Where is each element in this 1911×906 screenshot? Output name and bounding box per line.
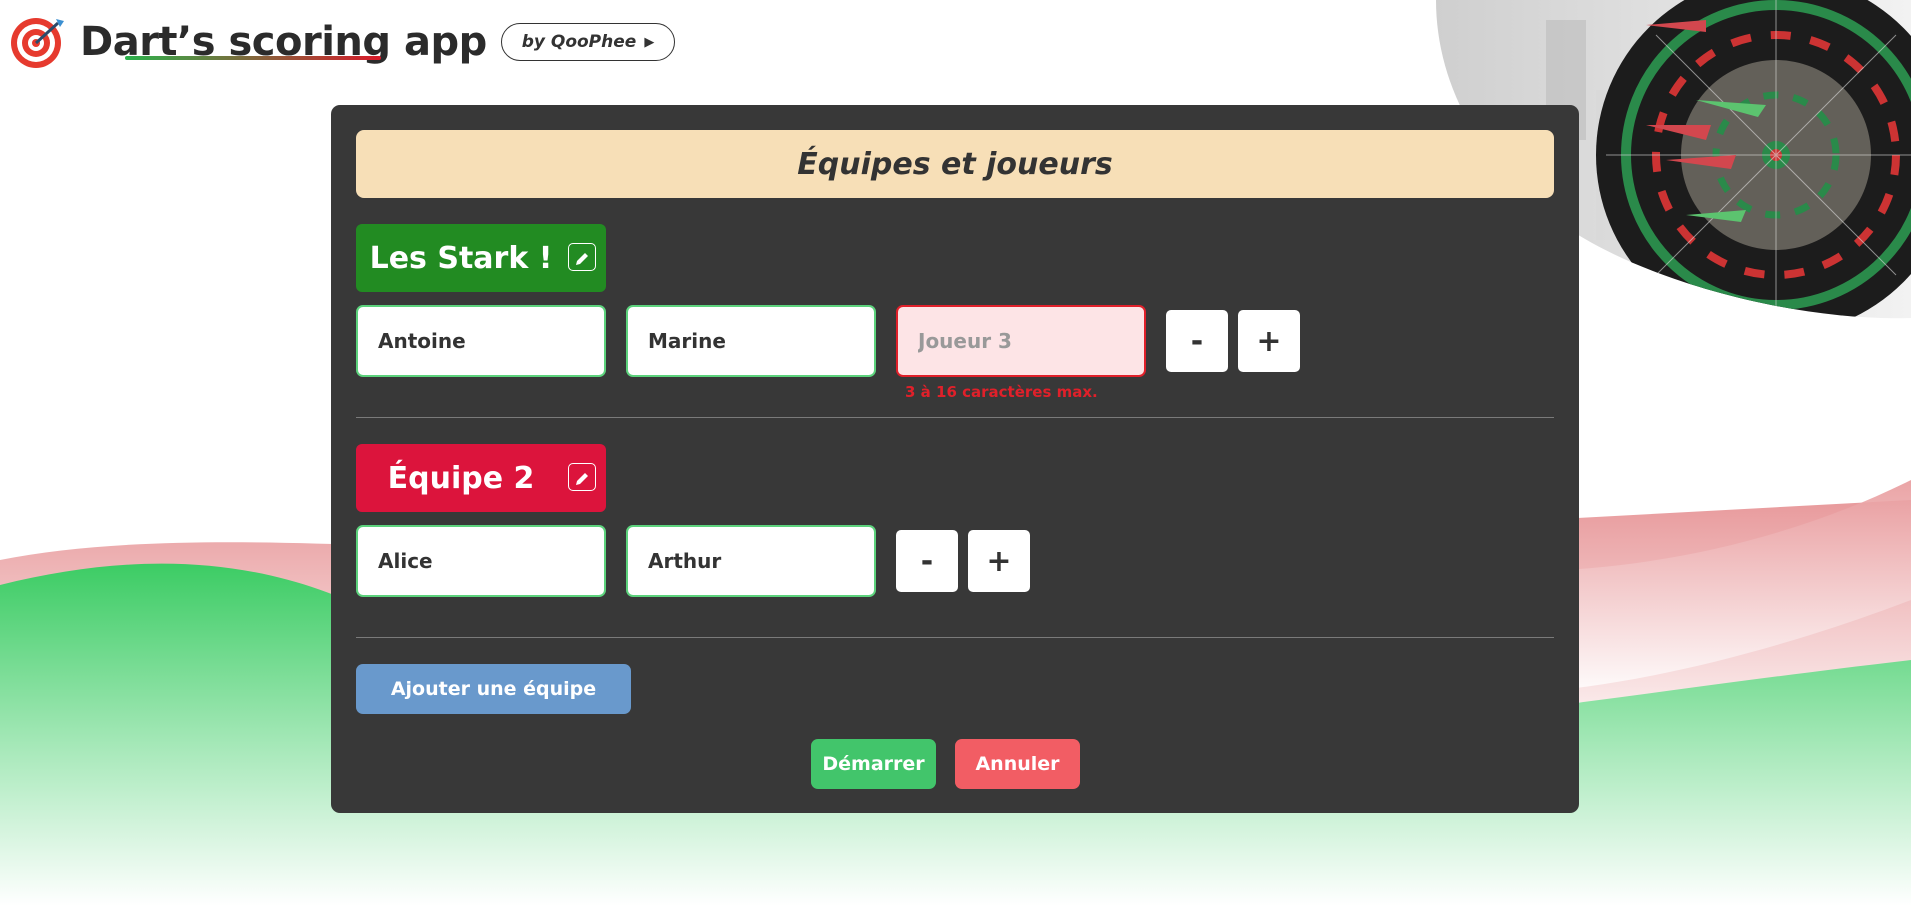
byline-label: by QooPhee: [521, 32, 637, 52]
team-divider-2: [356, 637, 1554, 638]
cancel-button[interactable]: Annuler: [955, 739, 1080, 789]
player-input-2-1[interactable]: [356, 525, 606, 597]
player-error-message: 3 à 16 caractères max.: [905, 383, 1098, 401]
team-badge-1: Les Stark !: [356, 224, 606, 292]
panel-title: Équipes et joueurs: [356, 130, 1554, 198]
remove-player-team-2-button[interactable]: -: [896, 530, 958, 592]
start-button[interactable]: Démarrer: [811, 739, 936, 789]
team-divider-1: [356, 417, 1554, 418]
play-arrow-icon: ▶: [644, 34, 655, 50]
pencil-icon: [574, 240, 590, 275]
add-team-button[interactable]: Ajouter une équipe: [356, 664, 631, 714]
add-player-team-1-button[interactable]: +: [1238, 310, 1300, 372]
player-input-1-1[interactable]: [356, 305, 606, 377]
teams-panel: Équipes et joueurs Les Stark ! 3 à 16 ca…: [331, 105, 1579, 813]
edit-team-1-button[interactable]: [568, 243, 596, 271]
add-player-team-2-button[interactable]: +: [968, 530, 1030, 592]
player-input-1-2[interactable]: [626, 305, 876, 377]
edit-team-2-button[interactable]: [568, 463, 596, 491]
byline-link[interactable]: by QooPhee ▶: [500, 23, 676, 61]
pencil-icon: [574, 460, 590, 495]
dartboard-icon: [8, 13, 66, 71]
team-badge-2: Équipe 2: [356, 444, 606, 512]
player-input-1-3[interactable]: [896, 305, 1146, 377]
player-input-2-2[interactable]: [626, 525, 876, 597]
title-underline: [125, 56, 381, 60]
remove-player-team-1-button[interactable]: -: [1166, 310, 1228, 372]
app-header: Dart’s scoring app by QooPhee ▶: [8, 12, 676, 72]
